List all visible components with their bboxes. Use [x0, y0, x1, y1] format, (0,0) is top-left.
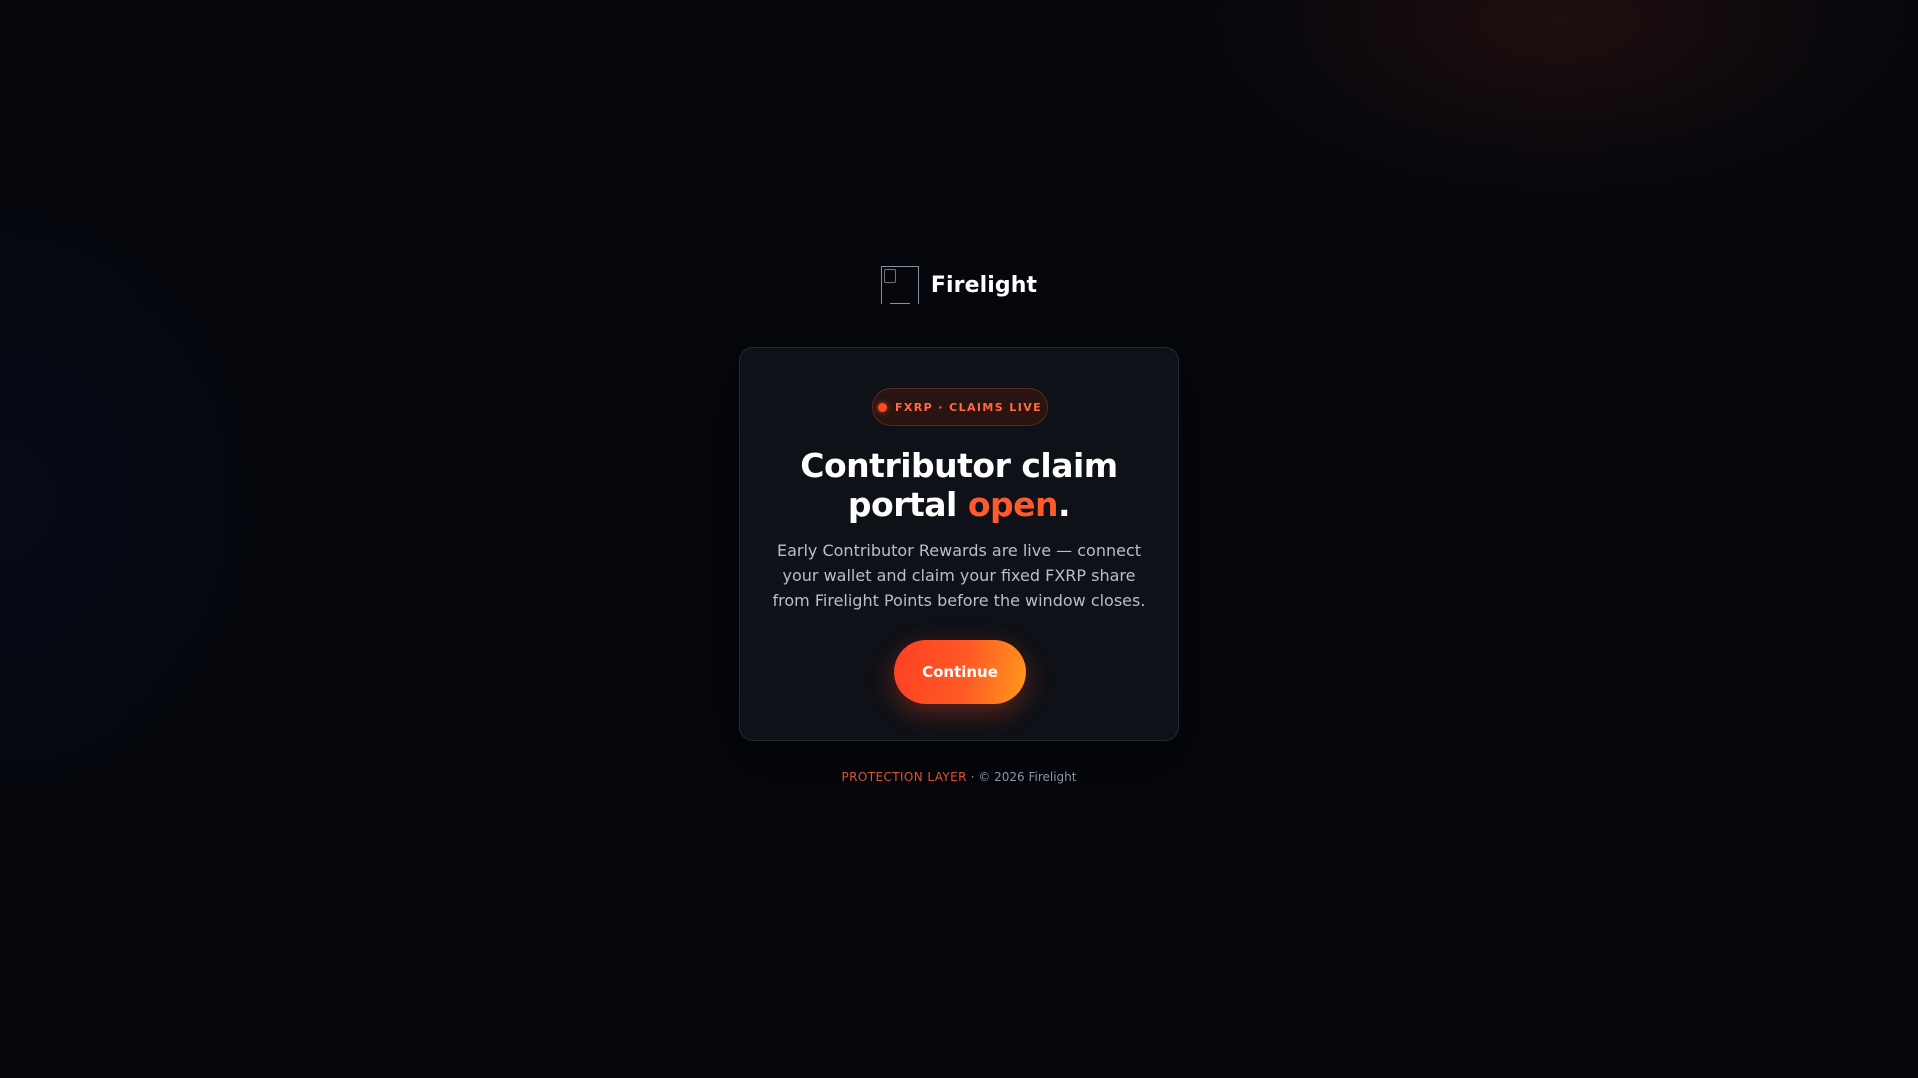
title-end: . [1058, 485, 1071, 524]
status-badge-label: FXRP · CLAIMS LIVE [894, 400, 1043, 414]
description-text: Early Contributor Rewards are live — con… [772, 541, 1146, 610]
footer-copyright: © 2026 Firelight [978, 770, 1077, 784]
image-placeholder-icon [883, 269, 896, 283]
status-badge: FXRP · CLAIMS LIVE [872, 388, 1048, 426]
footer: PROTECTION LAYER · © 2026 Firelight [0, 770, 1918, 784]
broken-image-icon [880, 266, 919, 304]
brand-name: Firelight [930, 272, 1038, 298]
live-dot-icon [877, 402, 887, 412]
brand-header: Firelight [0, 262, 1918, 308]
claim-card: FXRP · CLAIMS LIVE Contributor claim por… [739, 347, 1179, 741]
title-line-1: Contributor claim [800, 446, 1118, 485]
page-title: Contributor claim portal open. [760, 446, 1158, 524]
footer-tag: PROTECTION LAYER [841, 770, 967, 784]
footer-separator: · [966, 770, 979, 784]
continue-button[interactable]: Continue [894, 640, 1026, 704]
title-line-2: portal [847, 485, 968, 524]
title-accent: open [967, 485, 1059, 524]
